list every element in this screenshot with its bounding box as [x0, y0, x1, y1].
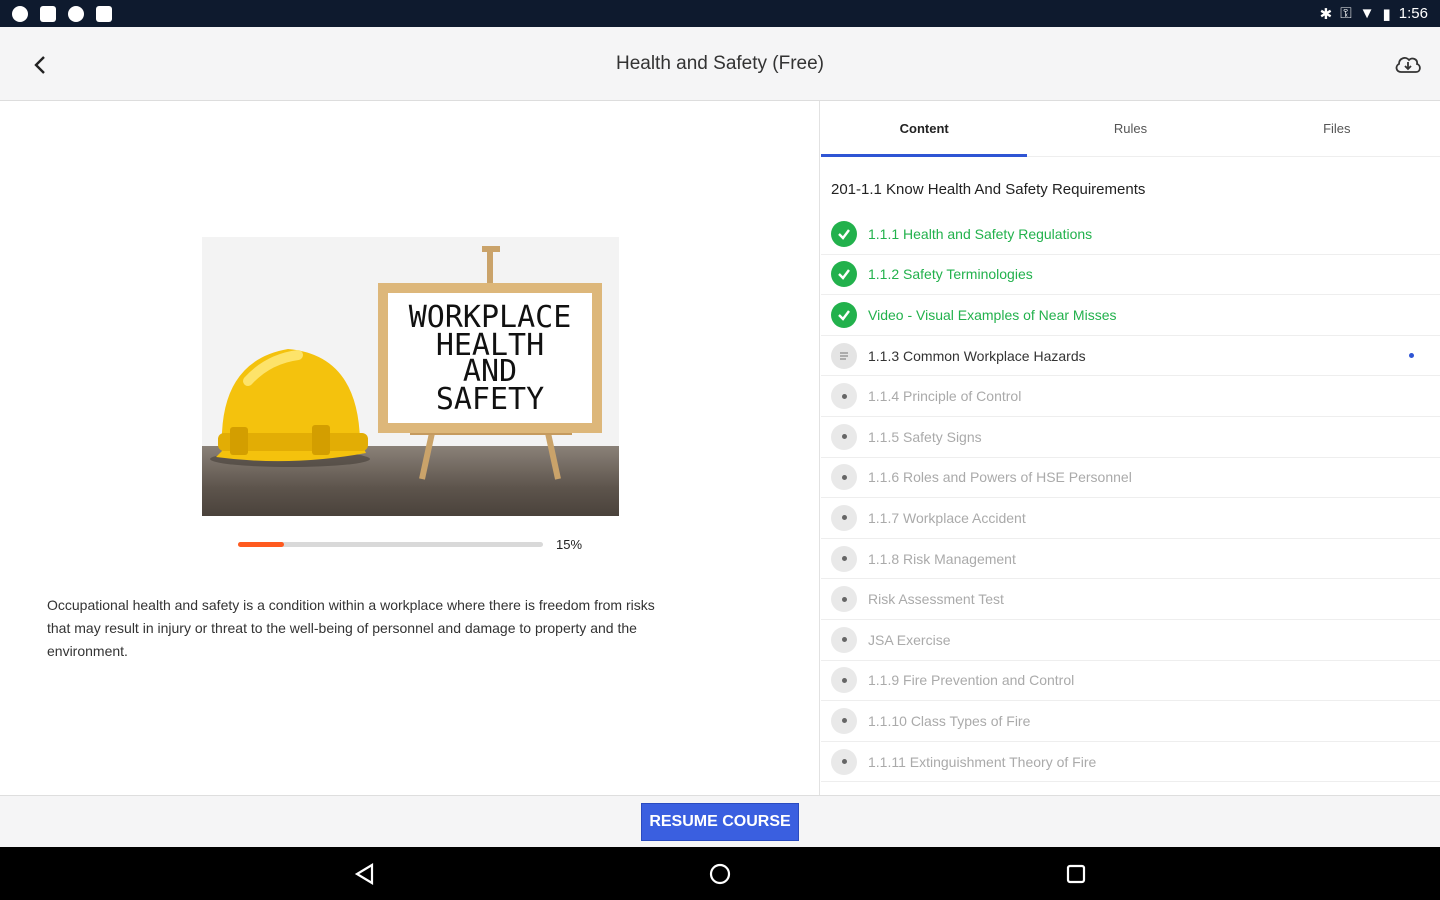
page-title: Health and Safety (Free): [615, 52, 825, 74]
nav-recents-icon: [1066, 864, 1086, 884]
status-bar: ✱ ⚿ ▼ ▮ 1:56: [0, 0, 1440, 27]
lesson-item[interactable]: 1.1.6 Roles and Powers of HSE Personnel: [821, 458, 1440, 499]
resume-course-button[interactable]: RESUME COURSE: [641, 802, 799, 841]
tab-rules[interactable]: Rules: [1027, 101, 1233, 156]
battery-icon: ▮: [1382, 5, 1391, 23]
key-icon: ⚿: [1340, 5, 1352, 22]
document-icon: [831, 342, 857, 369]
lesson-item[interactable]: 1.1.3 Common Workplace Hazards: [821, 336, 1440, 377]
course-content-panel: Content Rules Files 201-1.1 Know Health …: [821, 101, 1440, 795]
bluetooth-icon: ✱: [1319, 5, 1333, 23]
back-button[interactable]: [22, 47, 58, 83]
lesson-item[interactable]: 1.1.1 Health and Safety Regulations: [821, 214, 1440, 255]
lesson-label: 1.1.11 Extinguishment Theory of Fire: [868, 753, 1097, 770]
locked-dot-icon: [831, 423, 857, 450]
nav-recents-button[interactable]: [1061, 859, 1091, 889]
lesson-label: 1.1.4 Principle of Control: [868, 388, 1022, 405]
sign-line-4: SAFETY: [436, 382, 544, 417]
lesson-item[interactable]: 1.1.4 Principle of Control: [821, 376, 1440, 417]
lesson-item[interactable]: JSA Exercise: [821, 620, 1440, 661]
tab-content[interactable]: Content: [821, 101, 1028, 157]
lesson-item[interactable]: 1.1.10 Class Types of Fire: [821, 701, 1440, 742]
bottom-action-bar: RESUME COURSE: [0, 795, 1440, 847]
locked-dot-icon: [831, 586, 857, 613]
system-icons: ✱ ⚿ ▼ ▮ 1:56: [1320, 5, 1428, 23]
nav-home-button[interactable]: [705, 859, 735, 889]
lesson-item[interactable]: 1.1.7 Workplace Accident: [821, 498, 1440, 539]
lesson-label: 1.1.5 Safety Signs: [868, 428, 982, 445]
lesson-label: Risk Assessment Test: [868, 591, 1004, 608]
lesson-label: 1.1.2 Safety Terminologies: [868, 266, 1033, 283]
lesson-item[interactable]: 1.1.8 Risk Management: [821, 539, 1440, 580]
hard-hat-icon: [210, 349, 370, 467]
notification-icon: [12, 5, 28, 22]
lesson-label: 1.1.1 Health and Safety Regulations: [868, 225, 1093, 242]
app-bar: Health and Safety (Free): [0, 27, 1440, 101]
lesson-label: Video - Visual Examples of Near Misses: [868, 306, 1117, 323]
course-progress-fill: [238, 542, 284, 547]
gallery-icon: [40, 5, 56, 22]
lesson-label: 1.1.10 Class Types of Fire: [868, 712, 1031, 729]
clock: 1:56: [1398, 5, 1428, 22]
wifi-icon: ▼: [1359, 5, 1375, 22]
course-overview: WORKPLACE HEALTH AND SAFETY 15% Occupati…: [0, 101, 820, 795]
check-icon: [831, 301, 857, 328]
lesson-item[interactable]: Video - Visual Examples of Near Misses: [821, 295, 1440, 336]
nav-back-button[interactable]: [350, 859, 380, 889]
lesson-label: 1.1.9 Fire Prevention and Control: [868, 672, 1075, 689]
locked-dot-icon: [831, 626, 857, 653]
check-icon: [831, 261, 857, 288]
lesson-list: 1.1.1 Health and Safety Regulations 1.1.2…: [821, 214, 1440, 783]
download-button[interactable]: [1390, 47, 1426, 83]
back-arrow-icon: [34, 56, 45, 74]
lesson-label: JSA Exercise: [868, 631, 951, 648]
lesson-label: 1.1.3 Common Workplace Hazards: [868, 347, 1086, 364]
lesson-item[interactable]: 1.1.9 Fire Prevention and Control: [821, 661, 1440, 702]
locked-dot-icon: [831, 383, 857, 410]
cloud-download-icon: [1395, 57, 1421, 73]
lesson-label: 1.1.7 Workplace Accident: [868, 509, 1026, 526]
lesson-item[interactable]: 1.1.2 Safety Terminologies: [821, 255, 1440, 296]
file-icon: [96, 5, 112, 22]
lesson-item[interactable]: 1.1.11 Extinguishment Theory of Fire: [821, 742, 1440, 783]
nav-back-icon: [354, 863, 374, 885]
locked-dot-icon: [831, 545, 857, 572]
sync-icon: [68, 5, 84, 22]
lesson-label: 1.1.8 Risk Management: [868, 550, 1016, 567]
notification-icons: [12, 5, 112, 22]
section-title: 201-1.1 Know Health And Safety Requireme…: [831, 181, 1146, 198]
locked-dot-icon: [831, 707, 857, 734]
course-progress-label: 15%: [556, 537, 583, 552]
lesson-label: 1.1.6 Roles and Powers of HSE Personnel: [868, 469, 1132, 486]
course-progress-bar: [238, 542, 543, 547]
content-tabs: Content Rules Files: [821, 101, 1440, 157]
locked-dot-icon: [831, 504, 857, 531]
course-description: Occupational health and safety is a cond…: [47, 597, 655, 659]
course-image: WORKPLACE HEALTH AND SAFETY: [202, 237, 619, 516]
check-icon: [831, 220, 857, 247]
nav-home-icon: [709, 863, 731, 885]
lesson-item[interactable]: Risk Assessment Test: [821, 579, 1440, 620]
tab-files[interactable]: Files: [1234, 101, 1440, 156]
locked-dot-icon: [831, 748, 857, 775]
locked-dot-icon: [831, 667, 857, 694]
locked-dot-icon: [831, 464, 857, 491]
current-lesson-indicator: [1409, 353, 1414, 359]
lesson-item[interactable]: 1.1.5 Safety Signs: [821, 417, 1440, 458]
easel-sign: WORKPLACE HEALTH AND SAFETY: [378, 246, 602, 480]
system-nav-bar: [0, 847, 1440, 900]
